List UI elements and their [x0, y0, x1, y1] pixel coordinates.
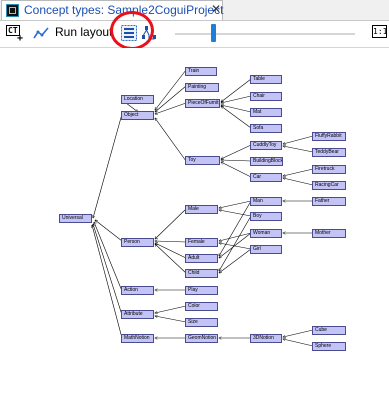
close-icon[interactable]: ✕	[211, 2, 221, 16]
node-man[interactable]: Man	[250, 197, 282, 206]
node-girl[interactable]: Girl	[250, 245, 282, 254]
node-universal[interactable]: Universal	[59, 214, 92, 223]
node-train[interactable]: Train	[185, 67, 217, 76]
run-layout-button[interactable]: Run layout	[55, 25, 112, 39]
node-toy[interactable]: Toy	[185, 156, 220, 165]
plus-icon: +	[17, 33, 24, 44]
node-3dnotion[interactable]: 3DNotion	[250, 334, 282, 343]
node-sofa[interactable]: Sofa	[250, 124, 282, 133]
node-buildingblock[interactable]: BuildingBlock	[250, 157, 283, 166]
node-person[interactable]: Person	[121, 238, 154, 247]
node-table[interactable]: Table	[250, 75, 282, 84]
node-cuddlytoy[interactable]: CuddlyToy	[250, 141, 282, 150]
node-mother[interactable]: Mother	[312, 229, 346, 238]
tab-concept-types[interactable]: Concept types: Sample2CoguiProject ✕	[1, 0, 223, 20]
run-layout-icon[interactable]	[33, 26, 49, 40]
add-concept-type-button[interactable]: CT +	[6, 25, 24, 44]
node-location[interactable]: Location	[121, 95, 154, 104]
node-size[interactable]: Size	[185, 318, 218, 327]
node-racingcar[interactable]: RacingCar	[312, 181, 346, 190]
zoom-slider-track[interactable]	[175, 33, 355, 35]
concept-types-editor: Concept types: Sample2CoguiProject ✕ CT …	[0, 0, 389, 398]
node-car[interactable]: Car	[250, 173, 282, 182]
node-attribute[interactable]: Attribute	[121, 310, 154, 319]
tab-bar: Concept types: Sample2CoguiProject ✕	[0, 0, 389, 21]
node-firetruck[interactable]: Firetruck	[312, 165, 346, 174]
node-father[interactable]: Father	[312, 197, 346, 206]
node-fluffyrabbit[interactable]: FluffyRabbit	[312, 132, 346, 141]
node-female[interactable]: Female	[185, 238, 218, 247]
concept-type-graph[interactable]: Train Painting Location PieceOfFurnitu T…	[0, 48, 389, 398]
node-object[interactable]: Object	[121, 111, 154, 120]
zoom-reset-button[interactable]: 1:1	[372, 25, 387, 38]
node-sphere[interactable]: Sphere	[312, 342, 346, 351]
node-pieceoffurniture[interactable]: PieceOfFurnitu	[185, 99, 220, 108]
node-teddybear[interactable]: TeddyBear	[312, 148, 346, 157]
node-adult[interactable]: Adult	[185, 254, 218, 263]
app-icon	[6, 4, 19, 17]
node-cube[interactable]: Cube	[312, 326, 346, 335]
node-mat[interactable]: Mat	[250, 108, 282, 117]
node-color[interactable]: Color	[185, 302, 218, 311]
node-male[interactable]: Male	[185, 205, 218, 214]
highlight-annotation	[110, 11, 154, 50]
node-boy[interactable]: Boy	[250, 212, 282, 221]
toolbar: CT + Run layout 1:1	[0, 21, 389, 48]
node-child[interactable]: Child	[185, 269, 218, 278]
node-play[interactable]: Play	[185, 286, 218, 295]
node-geomnotion[interactable]: GeomNotion	[185, 334, 218, 343]
node-painting[interactable]: Painting	[185, 83, 219, 92]
node-action[interactable]: Action	[121, 286, 154, 295]
zoom-slider-thumb[interactable]	[211, 24, 216, 42]
node-mathnotion[interactable]: MathNotion	[121, 334, 154, 343]
node-chair[interactable]: Chair	[250, 92, 282, 101]
node-woman[interactable]: Woman	[250, 229, 282, 238]
